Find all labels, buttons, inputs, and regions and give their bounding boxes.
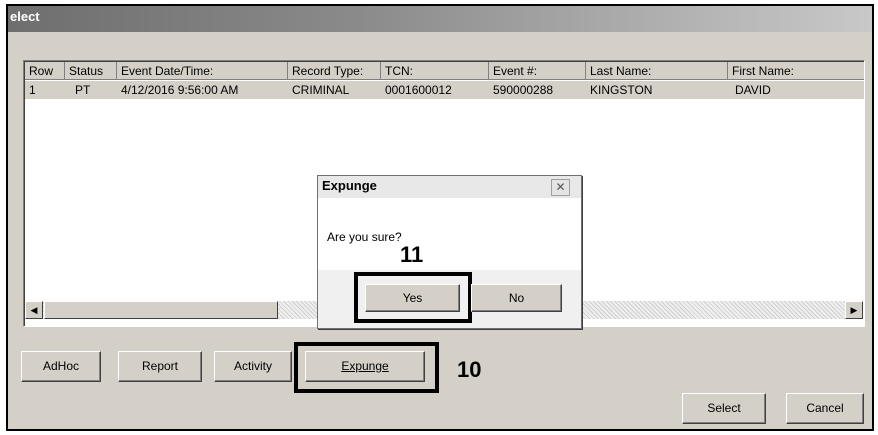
adhoc-button[interactable]: AdHoc <box>21 351 101 382</box>
column-header-event-date[interactable]: Event Date/Time: <box>117 62 288 80</box>
no-button[interactable]: No <box>471 284 562 312</box>
column-header-record-type[interactable]: Record Type: <box>288 62 381 80</box>
activity-button[interactable]: Activity <box>214 351 292 382</box>
column-header-event-number[interactable]: Event #: <box>489 62 586 80</box>
report-button[interactable]: Report <box>118 351 202 382</box>
cell-event-date: 4/12/2016 9:56:00 AM <box>121 83 239 97</box>
scrollbar-thumb[interactable] <box>44 301 278 319</box>
column-header-row[interactable]: Row <box>25 62 65 80</box>
scroll-right-icon[interactable]: ▶ <box>845 301 863 319</box>
cell-record-type: CRIMINAL <box>292 83 350 97</box>
step-11-callout: 11 <box>400 242 424 267</box>
cell-last-name: KINGSTON <box>590 83 653 97</box>
step-10-callout: 10 <box>457 357 482 382</box>
column-header-last-name[interactable]: Last Name: <box>586 62 728 80</box>
cancel-button[interactable]: Cancel <box>786 393 864 424</box>
expunge-button[interactable]: Expunge <box>305 351 425 382</box>
cell-first-name: DAVID <box>735 83 771 97</box>
select-button[interactable]: Select <box>682 393 766 424</box>
close-icon[interactable]: ✕ <box>551 179 570 196</box>
dialog-title: Expunge <box>322 178 377 193</box>
yes-button[interactable]: Yes <box>365 284 460 312</box>
cell-event-number: 590000288 <box>493 83 554 97</box>
cell-row: 1 <box>29 83 36 97</box>
column-header-tcn[interactable]: TCN: <box>381 62 489 80</box>
scroll-left-icon[interactable]: ◀ <box>25 301 43 319</box>
cell-tcn: 0001600012 <box>385 83 452 97</box>
cell-status: PT <box>75 83 91 97</box>
column-header-status[interactable]: Status <box>65 62 117 80</box>
column-header-first-name[interactable]: First Name: <box>728 62 864 80</box>
dialog-message: Are you sure? <box>327 230 402 244</box>
title-bar <box>8 6 872 32</box>
window-title: elect <box>10 9 40 24</box>
